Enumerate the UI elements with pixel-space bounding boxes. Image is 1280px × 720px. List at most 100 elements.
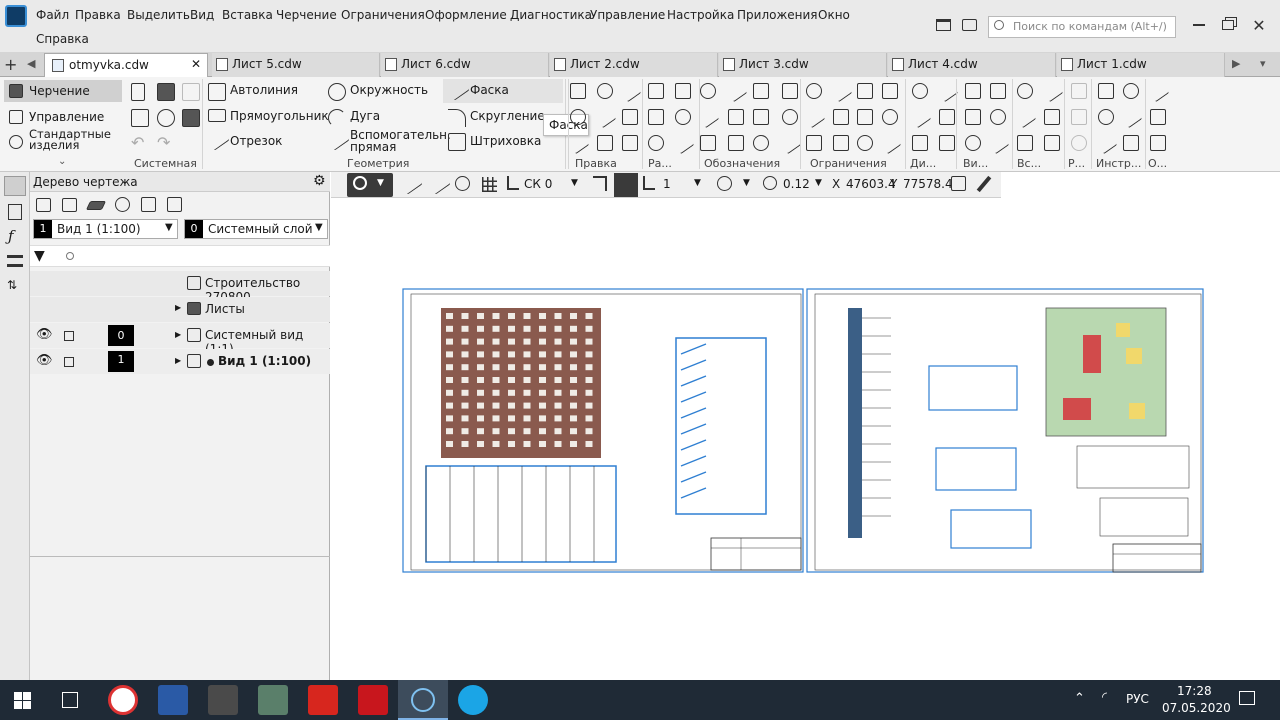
ribbon-tool-icon[interactable] — [806, 83, 822, 99]
ribbon-tool-icon[interactable] — [986, 131, 1010, 155]
chevron-down-icon[interactable]: ▼ — [815, 178, 822, 188]
ribbon-tool-icon[interactable] — [593, 105, 617, 129]
autoline-button[interactable]: Автолиния — [230, 83, 298, 97]
ribbon-tool-icon[interactable] — [833, 135, 849, 151]
new-tab-icon[interactable]: + — [4, 55, 17, 74]
menu-settings[interactable]: Настройка — [667, 8, 734, 22]
step-value[interactable]: 1 — [663, 177, 671, 191]
menu-select[interactable]: Выделить — [127, 8, 190, 22]
sheet-right[interactable] — [806, 288, 1204, 573]
ribbon-tool-icon[interactable] — [1044, 109, 1060, 125]
settings-gear-icon[interactable]: ⚙ — [313, 173, 326, 189]
tabs-menu-icon[interactable]: ▾ — [1260, 57, 1266, 70]
hatch-button[interactable]: Штриховка — [470, 134, 541, 148]
snap-toggle-icon[interactable] — [614, 173, 638, 197]
tabs-left-icon[interactable]: ◀ — [27, 57, 35, 70]
menu-edit[interactable]: Правка — [75, 8, 121, 22]
cs-select[interactable]: СК 0 — [524, 177, 552, 191]
tab-sheet-3[interactable]: Лист 3.cdw — [719, 53, 887, 77]
menu-insert[interactable]: Вставка — [222, 8, 273, 22]
sort-icon[interactable]: ⇅ — [7, 278, 17, 292]
ribbon-tool-icon[interactable] — [570, 83, 586, 99]
ribbon-tool-icon[interactable] — [878, 131, 902, 155]
ribbon-tool-icon[interactable] — [806, 135, 822, 151]
ribbon-tool-icon[interactable] — [857, 135, 873, 151]
zoom-value[interactable]: 0.12 — [783, 177, 810, 191]
ribbon-tool-icon[interactable] — [782, 83, 798, 99]
tab-sheet-6[interactable]: Лист 6.cdw — [381, 53, 549, 77]
ribbon-tool-icon[interactable] — [882, 109, 898, 125]
segment-button[interactable]: Отрезок — [230, 134, 282, 148]
coordinates-icon[interactable] — [951, 176, 966, 191]
eye-icon[interactable]: 👁 — [36, 327, 53, 342]
snap-edge-icon[interactable] — [425, 169, 451, 195]
ribbon-tool-icon[interactable] — [782, 109, 798, 125]
minimize-icon[interactable] — [1190, 16, 1208, 34]
tab-sheet-1[interactable]: Лист 1.cdw — [1057, 53, 1225, 77]
clock-time[interactable]: 17:28 — [1177, 684, 1212, 698]
eyedropper-icon[interactable] — [976, 175, 992, 193]
sheet-left[interactable] — [402, 288, 804, 573]
ribbon-tool-icon[interactable] — [648, 135, 664, 151]
app-logo-icon[interactable] — [5, 5, 27, 27]
command-search-input[interactable]: Поиск по командам (Alt+/) — [988, 16, 1176, 38]
variables-icon[interactable]: ƒ — [8, 227, 14, 245]
collapse-modes-icon[interactable]: ⌄ — [58, 156, 66, 167]
tree-row-sheets[interactable]: ▶ Листы — [30, 297, 330, 322]
ribbon-tool-icon[interactable] — [1071, 109, 1087, 125]
ribbon-tool-icon[interactable] — [1044, 135, 1060, 151]
zoom-icon[interactable] — [763, 176, 777, 190]
menu-help[interactable]: Справка — [36, 32, 89, 46]
lock-icon[interactable] — [64, 357, 74, 367]
undo-icon[interactable]: ↶ — [131, 133, 144, 152]
tab-sheet-5[interactable]: Лист 5.cdw — [212, 53, 380, 77]
tree-row-system-view[interactable]: 👁 0 ▶ Системный вид (1:1) — [30, 323, 330, 356]
rectangle-button[interactable]: Прямоугольник — [230, 109, 329, 123]
floppy-app-icon[interactable] — [158, 685, 188, 715]
ribbon-tool-icon[interactable] — [965, 109, 981, 125]
ribbon-tool-icon[interactable] — [671, 131, 695, 155]
menu-diagnostics[interactable]: Диагностика — [510, 8, 592, 22]
ribbon-tool-icon[interactable] — [597, 83, 613, 99]
ribbon-tool-icon[interactable] — [1013, 105, 1037, 129]
ribbon-tool-icon[interactable] — [857, 83, 873, 99]
lock-icon[interactable] — [64, 331, 74, 341]
properties-icon[interactable] — [8, 204, 22, 220]
menu-file[interactable]: Файл — [36, 8, 69, 22]
task-view-icon[interactable] — [62, 692, 78, 708]
ribbon-tool-icon[interactable] — [990, 83, 1006, 99]
ribbon-tool-icon[interactable] — [829, 79, 853, 103]
circle-button[interactable]: Окружность — [350, 83, 428, 97]
step-icon[interactable] — [593, 176, 607, 191]
tabs-right-icon[interactable]: ▶ — [1232, 57, 1240, 70]
parallelogram-icon[interactable] — [85, 201, 107, 210]
snap-button[interactable]: ▼ — [347, 173, 393, 197]
mode-standard-parts[interactable]: Стандартные изделия — [4, 128, 122, 155]
arc-button[interactable]: Дуга — [350, 109, 380, 123]
ribbon-tool-icon[interactable] — [1150, 135, 1166, 151]
ribbon-tool-icon[interactable] — [1098, 83, 1114, 99]
locate-icon[interactable] — [455, 176, 470, 191]
ribbon-tool-icon[interactable] — [648, 83, 664, 99]
ribbon-tool-icon[interactable] — [622, 109, 638, 125]
chevron-down-icon[interactable]: ▼ — [743, 178, 750, 188]
filter-icon[interactable]: ▼ — [34, 248, 45, 264]
create-view-icon[interactable] — [36, 198, 51, 212]
aux-line-button[interactable]: Вспомогательн. прямая — [350, 129, 451, 153]
yandex-browser-icon[interactable] — [108, 685, 138, 715]
ribbon-tool-icon[interactable] — [990, 109, 1006, 125]
ribbon-tool-icon[interactable] — [696, 105, 720, 129]
chevron-up-icon[interactable]: ⌃ — [1074, 691, 1085, 706]
tab-sheet-2[interactable]: Лист 2.cdw — [550, 53, 718, 77]
ribbon-tool-icon[interactable] — [675, 109, 691, 125]
ribbon-tool-icon[interactable] — [700, 135, 716, 151]
eye-icon[interactable]: 👁 — [36, 353, 53, 368]
skype-icon[interactable] — [458, 685, 488, 715]
solidworks-icon[interactable] — [308, 685, 338, 715]
menu-design[interactable]: Оформление — [425, 8, 507, 22]
chevron-down-icon[interactable]: ▼ — [694, 178, 701, 188]
ribbon-tool-icon[interactable] — [833, 109, 849, 125]
ribbon-tool-icon[interactable] — [965, 135, 981, 151]
autocad-icon[interactable] — [358, 685, 388, 715]
menu-window[interactable]: Окно — [818, 8, 850, 22]
